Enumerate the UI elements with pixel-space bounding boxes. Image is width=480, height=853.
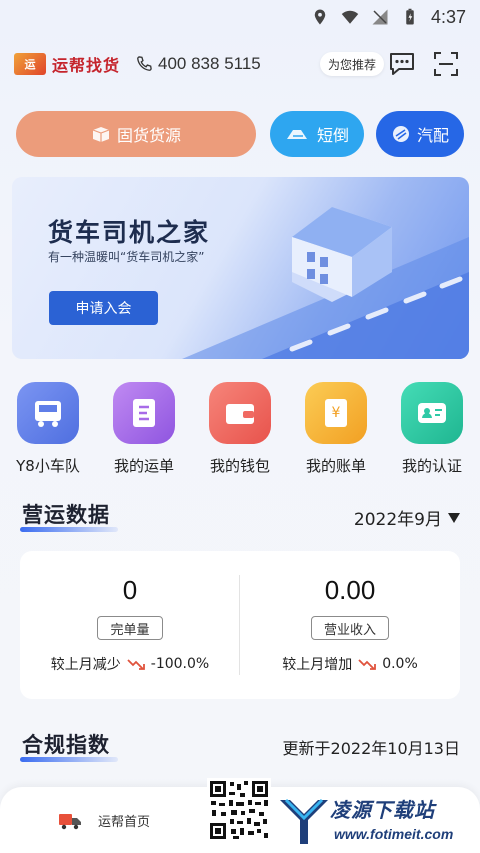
scan-icon — [434, 52, 458, 76]
stat-compare: 较上月增加 0.0% — [282, 654, 418, 674]
short-haul-label: 短倒 — [316, 126, 349, 145]
trend-down-icon — [358, 659, 377, 670]
wifi-icon — [341, 10, 359, 24]
hotline-number: 400 838 5115 — [158, 54, 261, 73]
brand: 运 运帮找货 — [14, 52, 120, 76]
nav-home[interactable]: 运帮首页 — [58, 811, 150, 830]
truck-icon — [286, 130, 307, 139]
box-icon — [92, 127, 110, 142]
quick-label-bill: 我的账单 — [305, 457, 366, 475]
operations-title: 营运数据 — [22, 503, 110, 527]
waybill-icon — [113, 382, 175, 444]
short-haul-button[interactable]: 短倒 — [270, 111, 364, 157]
stat-label: 营业收入 — [310, 616, 389, 640]
bill-icon: ¥ — [305, 382, 367, 444]
quick-label-wallet: 我的钱包 — [209, 457, 270, 475]
nav-home-label: 运帮首页 — [98, 815, 151, 830]
month-value: 2022年9月 — [353, 510, 442, 530]
svg-text:¥: ¥ — [332, 405, 341, 421]
compare-text: 较上月减少 — [50, 657, 121, 673]
qr-code-image — [207, 778, 271, 842]
quick-label-waybill: 我的运单 — [113, 457, 174, 475]
quick-menu: Y8小车队 我的运单 我的钱包 ¥ 我的账单 我的认证 — [0, 382, 480, 476]
watermark-url: www.fotimeit.com — [334, 826, 454, 842]
quick-label-fleet: Y8小车队 — [16, 457, 80, 475]
phone-icon — [137, 56, 152, 71]
road-house-illustration — [182, 207, 469, 359]
stat-revenue[interactable]: 0.00 营业收入 较上月增加 0.0% — [240, 551, 460, 699]
site-watermark: 凌源下载站 www.fotimeit.com — [276, 790, 472, 850]
message-button[interactable] — [388, 50, 416, 78]
operations-title-underline — [20, 527, 118, 532]
stat-completed-orders[interactable]: 0 完单量 较上月减少 -100.0% — [20, 551, 240, 699]
compliance-updated: 更新于2022年10月13日 — [282, 739, 460, 758]
status-bar: 4:37 — [0, 0, 480, 34]
quick-item-wallet[interactable]: 我的钱包 — [192, 382, 288, 476]
compliance-title-underline — [20, 757, 118, 762]
compliance-title: 合规指数 — [22, 733, 110, 757]
driver-home-banner[interactable]: 货车司机之家 有一种温暖叫“货车司机之家” 申请入会 — [12, 177, 469, 359]
trend-value: 0.0% — [382, 656, 418, 672]
trend-value: -100.0% — [150, 656, 210, 672]
compare-text: 较上月增加 — [282, 657, 353, 673]
quick-item-waybill[interactable]: 我的运单 — [96, 382, 192, 476]
watermark-title: 凌源下载站 — [330, 798, 435, 822]
battery-icon — [406, 8, 414, 25]
app-header: 运 运帮找货 400 838 5115 为您推荐 — [0, 46, 480, 82]
watermark-logo — [280, 798, 328, 844]
stat-compare: 较上月减少 -100.0% — [51, 654, 209, 674]
banner-title: 货车司机之家 — [48, 218, 211, 247]
clock: 4:37 — [430, 6, 466, 27]
signal-icon — [372, 9, 388, 25]
parts-icon — [392, 126, 409, 142]
quick-label-certification: 我的认证 — [401, 457, 462, 475]
scan-button[interactable] — [432, 50, 460, 78]
month-selector[interactable]: 2022年9月 — [354, 505, 460, 530]
quick-item-fleet[interactable]: Y8小车队 — [0, 382, 96, 476]
auto-parts-label: 汽配 — [416, 126, 449, 145]
caret-down-icon — [448, 512, 460, 523]
wallet-icon — [209, 382, 271, 444]
trend-down-icon — [127, 659, 145, 670]
primary-actions: 固货货源 短倒 汽配 — [16, 111, 464, 157]
location-icon — [314, 9, 326, 25]
stat-value: 0 — [122, 575, 138, 605]
message-icon — [390, 53, 414, 75]
auto-parts-button[interactable]: 汽配 — [376, 111, 464, 157]
apply-membership-button[interactable]: 申请入会 — [49, 291, 158, 325]
quick-item-bill[interactable]: ¥ 我的账单 — [288, 382, 384, 476]
fleet-icon — [17, 382, 79, 444]
operations-card: 0 完单量 较上月减少 -100.0% 0.00 营业收入 较上月增加 0.0% — [20, 551, 460, 699]
truck-home-icon — [59, 813, 81, 829]
fixed-cargo-label: 固货货源 — [116, 126, 181, 145]
recommend-chip[interactable]: 为您推荐 — [320, 52, 385, 76]
brand-logo: 运 — [14, 53, 46, 75]
stat-value: 0.00 — [324, 575, 376, 605]
quick-item-certification[interactable]: 我的认证 — [384, 382, 480, 476]
hotline[interactable]: 400 838 5115 — [134, 54, 261, 74]
banner-subtitle: 有一种温暖叫“货车司机之家” — [48, 250, 205, 264]
certification-icon — [401, 382, 463, 444]
fixed-cargo-button[interactable]: 固货货源 — [16, 111, 256, 157]
brand-name: 运帮找货 — [52, 56, 121, 75]
stat-label: 完单量 — [97, 616, 163, 640]
